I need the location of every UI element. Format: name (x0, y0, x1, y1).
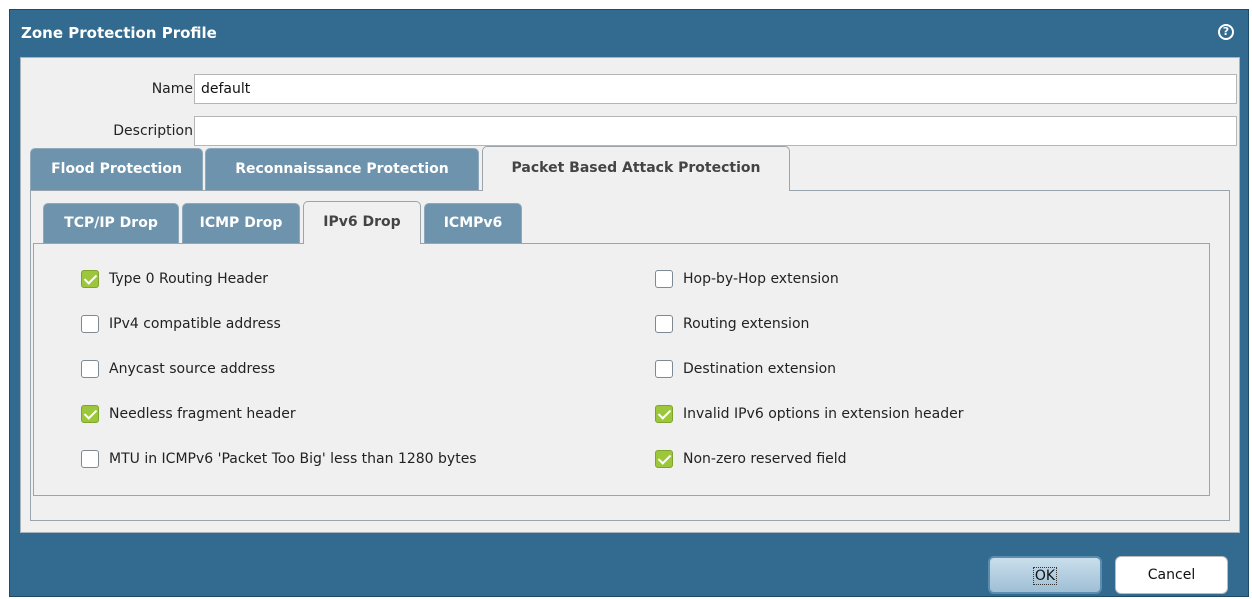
invalid-ipv6-options-checkbox[interactable] (655, 405, 673, 423)
description-input[interactable] (194, 116, 1237, 146)
option-label: Routing extension (683, 316, 810, 332)
routing-extension-checkbox[interactable] (655, 315, 673, 333)
needless-fragment-header-checkbox[interactable] (81, 405, 99, 423)
hop-by-hop-extension-checkbox[interactable] (655, 270, 673, 288)
option-label: Hop-by-Hop extension (683, 271, 839, 287)
name-label: Name (151, 81, 193, 97)
ok-button[interactable]: OK (988, 556, 1102, 594)
name-input[interactable] (194, 74, 1237, 104)
option-label: Non-zero reserved field (683, 451, 847, 467)
ipv4-compatible-address-checkbox[interactable] (81, 315, 99, 333)
anycast-source-address-checkbox[interactable] (81, 360, 99, 378)
type0-routing-header-checkbox[interactable] (81, 270, 99, 288)
option-label: Type 0 Routing Header (109, 271, 269, 287)
tab-flood-protection[interactable]: Flood Protection (30, 148, 203, 191)
option-label: MTU in ICMPv6 'Packet Too Big' less than… (109, 451, 477, 467)
non-zero-reserved-field-checkbox[interactable] (655, 450, 673, 468)
dialog-title-bar[interactable]: Zone Protection Profile ? (10, 10, 1248, 56)
zone-protection-profile-dialog: Zone Protection Profile ? Name Descripti… (9, 9, 1249, 597)
mtu-icmpv6-checkbox[interactable] (81, 450, 99, 468)
tab-reconnaissance-protection[interactable]: Reconnaissance Protection (205, 148, 479, 191)
subtab-ipv6-drop[interactable]: IPv6 Drop (303, 201, 421, 244)
ipv6-drop-panel: Type 0 Routing Header IPv4 compatible ad… (33, 243, 1210, 496)
help-icon[interactable]: ? (1218, 24, 1234, 40)
destination-extension-checkbox[interactable] (655, 360, 673, 378)
description-label: Description (113, 123, 193, 139)
option-label: Anycast source address (109, 361, 276, 377)
cancel-button[interactable]: Cancel (1115, 556, 1228, 594)
ok-label: OK (1032, 567, 1058, 585)
option-label: Invalid IPv6 options in extension header (683, 406, 964, 422)
option-label: Destination extension (683, 361, 837, 377)
option-label: IPv4 compatible address (109, 316, 281, 332)
subtab-icmp-drop[interactable]: ICMP Drop (182, 203, 300, 243)
option-label: Needless fragment header (109, 406, 296, 422)
tab-packet-based-attack-protection[interactable]: Packet Based Attack Protection (482, 146, 790, 191)
subtab-icmpv6[interactable]: ICMPv6 (424, 203, 522, 243)
dialog-title: Zone Protection Profile (21, 24, 217, 42)
subtab-tcp-ip-drop[interactable]: TCP/IP Drop (43, 203, 179, 243)
